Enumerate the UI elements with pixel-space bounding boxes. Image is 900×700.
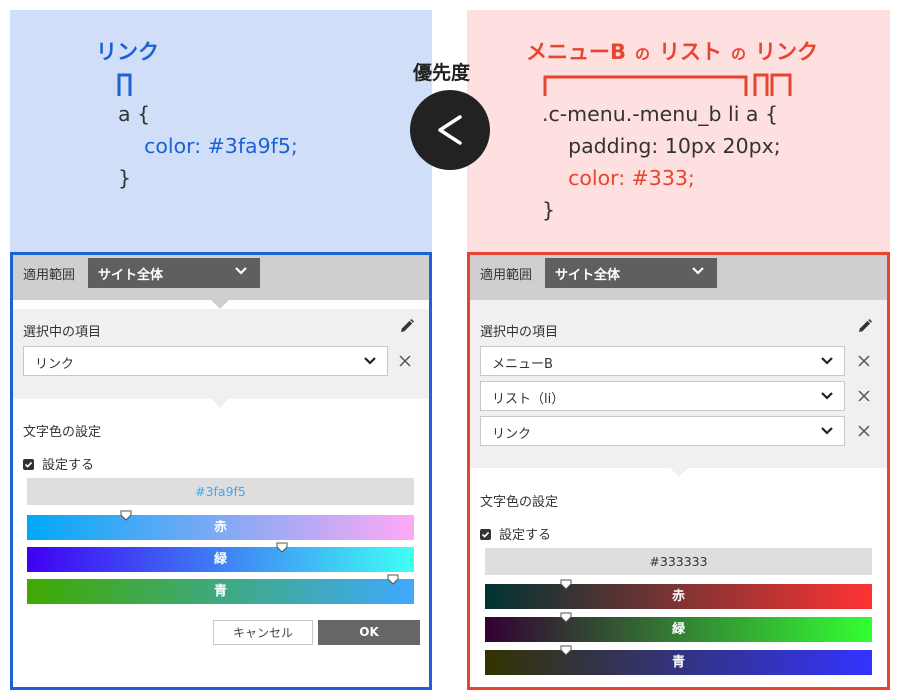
close-icon[interactable] [399,355,411,367]
selected-items-title: 選択中の項目 [23,325,102,340]
enable-checkbox-row[interactable]: 設定する [23,454,94,473]
scope-label: 適用範囲 [23,268,76,283]
scope-select-value: サイト全体 [555,268,621,283]
text-color-title: 文字色の設定 [480,495,559,510]
selected-item-value: リンク [35,357,75,372]
right-code-line-1: .c-menu.-menu_b li a { [542,102,779,126]
selected-items-title: 選択中の項目 [480,325,559,340]
chevron-down-icon [364,357,376,365]
left-code-line-3: } [118,166,132,190]
selected-item-value: リスト（li） [492,392,565,407]
left-selector-bracket [117,73,132,96]
blue-slider[interactable]: 青 [485,645,872,675]
green-slider-label: 緑 [671,622,685,637]
less-than-icon [410,90,490,170]
section-pointer [211,399,229,408]
selected-item-select-list[interactable]: リスト（li） [480,381,845,411]
right-css-code: .c-menu.-menu_b li a { padding: 10px 20p… [542,98,781,226]
left-settings-panel: 適用範囲 サイト全体 選択中の項目 リンク 文字色の設定 設定する #3fa9f… [10,252,432,690]
checkbox-label: 設定する [42,458,95,473]
enable-checkbox-row[interactable]: 設定する [480,524,551,543]
section-pointer [670,468,688,477]
checkbox-label: 設定する [499,528,552,543]
right-selector-brackets [543,73,792,96]
scope-label: 適用範囲 [480,268,533,283]
chevron-down-icon [235,267,247,275]
scope-bar: 適用範囲 サイト全体 [470,255,887,300]
slider-thumb-icon[interactable] [120,510,132,521]
blue-slider-label: 青 [213,584,227,599]
checkbox-checked-icon[interactable] [480,529,491,540]
cancel-button[interactable]: キャンセル [213,620,313,645]
selected-item-value: リンク [492,427,532,442]
right-code-line-2: padding: 10px 20px; [568,134,781,158]
red-slider-label: 赤 [213,520,227,535]
chevron-down-icon [821,357,833,365]
left-css-code: a { color: #3fa9f5; } [118,98,298,194]
right-selector-label: メニューB のリストのリンク [526,36,818,66]
blue-slider-label: 青 [671,655,685,670]
selector-part-link: リンク [755,40,819,64]
selector-sep: の [731,45,747,63]
green-slider[interactable]: 緑 [485,612,872,642]
pencil-icon[interactable] [399,318,415,334]
scope-select-value: サイト全体 [98,268,164,283]
checkbox-checked-icon[interactable] [23,459,34,470]
close-icon[interactable] [858,355,870,367]
pencil-icon[interactable] [857,318,873,334]
slider-thumb-icon[interactable] [387,574,399,585]
priority-label: 優先度 [413,62,471,84]
scope-select[interactable]: サイト全体 [545,258,717,288]
selector-sep: の [635,45,651,63]
chevron-down-icon [692,267,704,275]
scope-select[interactable]: サイト全体 [88,258,260,288]
slider-thumb-icon[interactable] [276,542,288,553]
right-code-line-4: } [542,198,556,222]
green-slider[interactable]: 緑 [27,542,414,572]
close-icon[interactable] [858,390,870,402]
text-color-title: 文字色の設定 [23,425,102,440]
ok-button[interactable]: OK [318,620,420,645]
selector-part-menu: メニューB [526,40,627,64]
left-selector-label: リンク [96,40,159,64]
slider-thumb-icon[interactable] [560,645,572,656]
chevron-down-icon [821,392,833,400]
section-pointer [211,300,229,309]
left-code-line-2: color: #3fa9f5; [144,134,298,158]
right-settings-panel: 適用範囲 サイト全体 選択中の項目 メニューB リスト（li） リンク 文字色の… [467,252,890,690]
selector-part-list: リスト [659,40,723,64]
scope-bar: 適用範囲 サイト全体 [13,255,429,300]
red-slider[interactable]: 赤 [27,510,414,540]
selected-item-select-link[interactable]: リンク [480,416,845,446]
selected-item-value: メニューB [492,357,553,372]
hex-color-field[interactable]: #3fa9f5 [27,478,414,505]
selected-item-select-menu[interactable]: メニューB [480,346,845,376]
hex-color-field[interactable]: #333333 [485,548,872,575]
blue-slider[interactable]: 青 [27,574,414,604]
slider-thumb-icon[interactable] [560,612,572,623]
red-slider[interactable]: 赤 [485,579,872,609]
left-code-line-1: a { [118,102,151,126]
close-icon[interactable] [858,425,870,437]
chevron-down-icon [821,427,833,435]
green-slider-label: 緑 [213,552,227,567]
slider-thumb-icon[interactable] [560,579,572,590]
red-slider-label: 赤 [671,589,685,604]
selected-item-select[interactable]: リンク [23,346,388,376]
right-code-line-3: color: #333; [568,166,695,190]
